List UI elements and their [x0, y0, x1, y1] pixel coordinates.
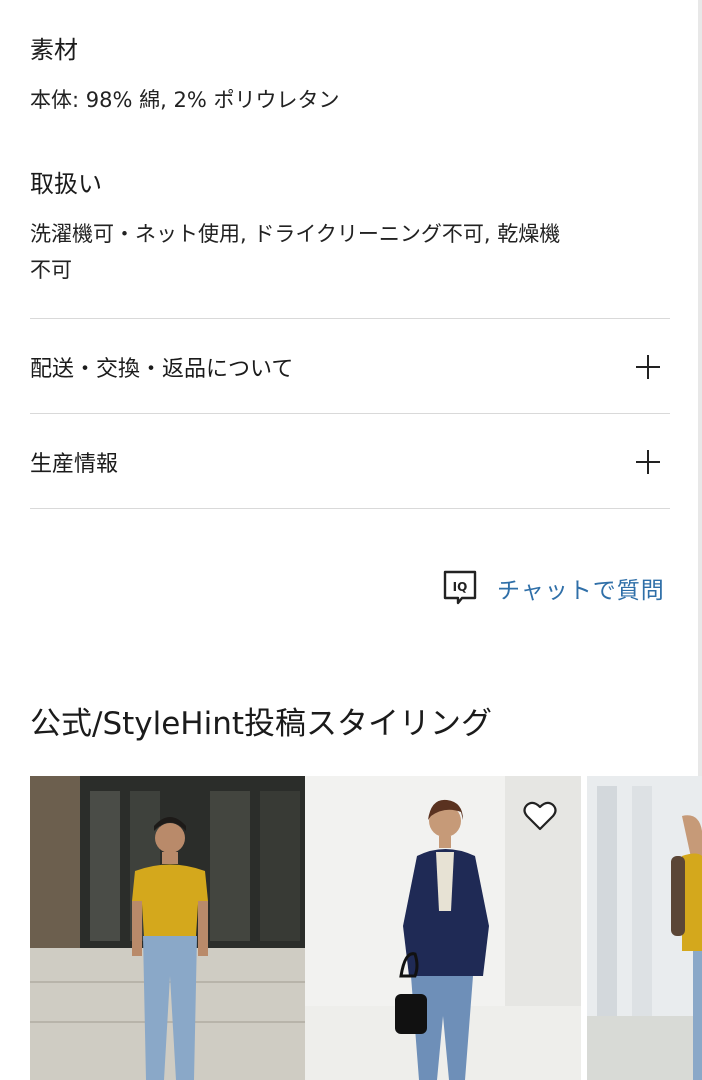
plus-icon[interactable] [636, 355, 660, 379]
heart-icon[interactable] [523, 800, 557, 832]
accordion-label: 配送・交換・返品について [30, 357, 294, 382]
accordion-shipping-returns[interactable]: 配送・交換・返品について [30, 320, 670, 414]
styling-photo-1[interactable] [30, 776, 305, 1080]
styling-photo-2[interactable] [305, 776, 581, 1080]
plus-icon[interactable] [636, 450, 660, 474]
styling-photo-3[interactable] [587, 776, 702, 1080]
chat-icon: IQ [443, 570, 477, 605]
divider [30, 318, 670, 319]
care-value-line1: 洗濯機可・ネット使用, ドライクリーニング不可, 乾燥機 [30, 222, 561, 246]
chat-label: チャットで質問 [497, 578, 665, 604]
care-value: 洗濯機可・ネット使用, ドライクリーニング不可, 乾燥機 不可 [30, 216, 670, 288]
care-value-line2: 不可 [30, 258, 72, 282]
chat-icon-text: IQ [453, 580, 468, 594]
styling-image [587, 776, 702, 1080]
chat-question-link[interactable]: IQ チャットで質問 [443, 568, 665, 608]
styling-carousel[interactable] [30, 776, 702, 1080]
styling-image [30, 776, 305, 1080]
divider [30, 413, 670, 414]
care-label: 取扱い [30, 170, 102, 198]
material-value: 本体: 98% 綿, 2% ポリウレタン [30, 88, 340, 112]
divider [30, 508, 670, 509]
styling-section-title: 公式/StyleHint投稿スタイリング [30, 706, 493, 742]
material-label: 素材 [30, 36, 78, 64]
accordion-production-info[interactable]: 生産情報 [30, 415, 670, 509]
accordion-label: 生産情報 [30, 452, 119, 477]
